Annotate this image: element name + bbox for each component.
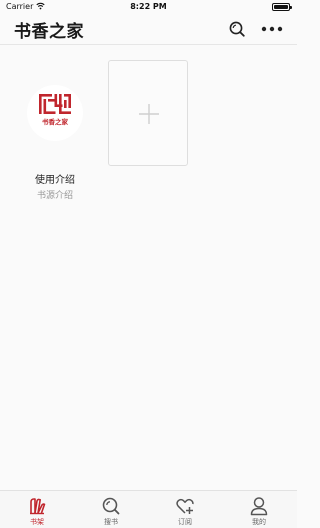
tab-profile[interactable]: 我的 <box>222 491 296 528</box>
tab-bar: 书架 搜书 订阅 我的 <box>0 490 297 528</box>
add-book-button[interactable] <box>108 60 188 166</box>
tab-label: 我的 <box>252 518 266 526</box>
page-title: 书香之家 <box>14 22 84 42</box>
status-bar: Carrier 8:22 PM <box>0 0 297 14</box>
tab-bookshelf[interactable]: 书架 <box>0 491 74 528</box>
more-icon[interactable] <box>260 20 284 38</box>
tab-label: 订阅 <box>178 518 192 526</box>
tab-subscribe[interactable]: 订阅 <box>148 491 222 528</box>
bookshelf-icon <box>30 498 46 515</box>
nav-bar: 书香之家 <box>0 14 297 45</box>
clock: 8:22 PM <box>130 2 167 11</box>
tab-label: 书架 <box>30 518 44 526</box>
battery-icon <box>272 3 292 11</box>
search-icon[interactable] <box>228 20 246 38</box>
logo-text: 书香之家 <box>42 117 69 126</box>
tab-search-book[interactable]: 搜书 <box>74 491 148 528</box>
profile-icon <box>250 497 268 516</box>
subscribe-icon <box>176 498 194 514</box>
search-book-icon <box>102 497 120 515</box>
book-item[interactable]: 书香之家 使用介绍 书源介绍 <box>22 60 88 205</box>
tab-label: 搜书 <box>104 518 118 526</box>
book-cover: 书香之家 <box>27 85 83 141</box>
book-subtitle: 书源介绍 <box>36 191 73 201</box>
book-title: 使用介绍 <box>35 175 75 186</box>
logo-icon: 书香之家 <box>39 94 71 126</box>
plus-icon <box>139 104 159 124</box>
